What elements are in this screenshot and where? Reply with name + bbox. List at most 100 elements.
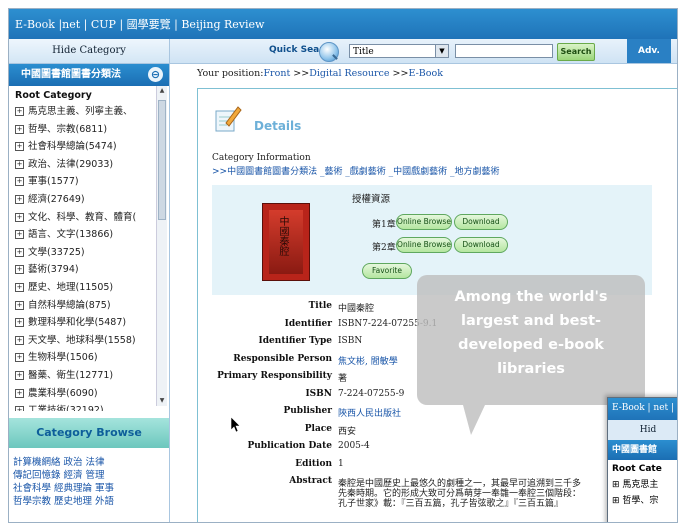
tree-item[interactable]: + 社會科學總論(5474): [9, 138, 155, 156]
expand-icon[interactable]: +: [15, 300, 24, 310]
expand-icon[interactable]: +: [15, 318, 24, 328]
category-path[interactable]: >>中國圖書館圖書分類法 _藝術 _戲劇藝術 _中國戲劇藝術 _地方劇藝術: [212, 164, 500, 177]
tree-item[interactable]: + 生物科學(1506): [9, 349, 155, 367]
tree-item-label: 政治、法律(29033): [28, 158, 114, 170]
tree-item-label: 工業技術(32192): [28, 405, 104, 411]
nav-bar: Hide Category Quick Search Title ▼ Searc…: [9, 39, 677, 64]
search-button[interactable]: Search: [557, 43, 595, 61]
tree-item[interactable]: + 文學(33725): [9, 244, 155, 262]
favorite-button[interactable]: Favorite: [362, 263, 412, 279]
metadata-row: 孔子世家》載：『三百五篇，孔子皆弦歌之』『三百五篇』: [198, 496, 677, 513]
expand-icon[interactable]: +: [15, 107, 24, 116]
mini-root: Root Cate: [612, 464, 662, 474]
expand-icon[interactable]: +: [15, 159, 24, 169]
tree-item[interactable]: + 數理科學和化學(5487): [9, 314, 155, 332]
expand-icon[interactable]: +: [15, 335, 24, 345]
tree-item-label: 經濟(27649): [28, 193, 85, 205]
scroll-thumb[interactable]: [158, 100, 166, 220]
chapter-label: 第1章: [372, 220, 396, 230]
search-field-select[interactable]: Title ▼: [349, 44, 449, 58]
browser-frame: E-Book |net | CUP | 國學要覽 | Beijing Revie…: [8, 8, 678, 523]
tree-item[interactable]: + 歷史、地理(11505): [9, 279, 155, 297]
tree-item[interactable]: + 藝術(3794): [9, 261, 155, 279]
metadata-key: Identifier: [284, 318, 332, 329]
callout-line: largest and best-: [460, 313, 602, 329]
tree-item[interactable]: + 哲學、宗教(6811): [9, 121, 155, 139]
search-input[interactable]: [455, 44, 553, 58]
mini-hide-category: Hid: [608, 420, 677, 440]
breadcrumb-front[interactable]: Front: [263, 68, 290, 79]
online-browse-button[interactable]: Online Browse: [396, 214, 452, 230]
tree-item-label: 數理科學和化學(5487): [28, 317, 127, 329]
tree-item-label: 農業科學(6090): [28, 387, 98, 399]
scroll-up-icon[interactable]: ▲: [157, 86, 167, 96]
tree-item[interactable]: + 經濟(27649): [9, 191, 155, 209]
expand-icon[interactable]: +: [15, 265, 24, 275]
tree-item[interactable]: + 農業科學(6090): [9, 385, 155, 403]
advanced-search-link[interactable]: Adv.: [627, 39, 671, 63]
details-title: Details: [254, 119, 302, 133]
tree-item[interactable]: + 語言、文字(13866): [9, 226, 155, 244]
metadata-value: 西安: [338, 426, 357, 437]
breadcrumb-ebook[interactable]: E-Book: [408, 68, 443, 79]
tree-item-label: 語言、文字(13866): [28, 229, 114, 241]
category-info-label: Category Information: [212, 153, 311, 163]
browse-link-row[interactable]: 計算機網絡 政治 法律: [13, 456, 163, 469]
search-globe-icon: [319, 42, 339, 62]
expand-icon[interactable]: +: [15, 247, 24, 257]
tree-item[interactable]: + 軍事(1577): [9, 173, 155, 191]
overlapping-window-thumbnail[interactable]: E-Book | net | Hid 中國圖書館 Root Cate ⊞ 馬克思…: [607, 397, 677, 522]
tree-item[interactable]: + 自然科學總論(875): [9, 297, 155, 315]
expand-icon[interactable]: +: [15, 406, 24, 411]
metadata-value[interactable]: 焦文彬, 閻敏學: [338, 354, 398, 367]
online-browse-button[interactable]: Online Browse: [396, 237, 452, 253]
browse-link-row[interactable]: 社會科學 經典理論 軍事: [13, 482, 163, 495]
callout-line: libraries: [497, 361, 565, 377]
expand-icon[interactable]: +: [15, 353, 24, 363]
download-button[interactable]: Download: [454, 214, 508, 230]
tree-item[interactable]: + 天文學、地球科學(1558): [9, 332, 155, 350]
tree-item[interactable]: + 工業技術(32192): [9, 402, 155, 411]
tree-item-label: 生物科學(1506): [28, 352, 98, 364]
hide-category-button[interactable]: Hide Category: [9, 39, 170, 63]
expand-icon[interactable]: +: [15, 212, 24, 222]
tree-item[interactable]: + 政治、法律(29033): [9, 156, 155, 174]
mini-top-bar: E-Book | net |: [608, 398, 677, 420]
tree-item-label: 文化、科學、教育、體育(: [28, 211, 137, 223]
tree-item-label: 醫藥、衛生(12771): [28, 369, 114, 381]
expand-icon[interactable]: +: [15, 388, 24, 398]
metadata-value: 7-224-07255-9: [338, 388, 405, 399]
scroll-down-icon[interactable]: ▼: [157, 396, 167, 406]
tree-root[interactable]: Root Category: [9, 86, 169, 103]
metadata-key: Publication Date: [247, 441, 332, 451]
metadata-value: 1: [338, 458, 344, 469]
expand-icon[interactable]: +: [15, 370, 24, 380]
expand-icon[interactable]: +: [15, 282, 24, 292]
promo-callout: Among the world's largest and best- deve…: [417, 275, 645, 435]
expand-icon[interactable]: +: [15, 177, 24, 187]
expand-icon[interactable]: +: [15, 230, 24, 240]
metadata-row: Edition 1: [198, 458, 677, 476]
tree-item-label: 軍事(1577): [28, 176, 79, 188]
tree-scrollbar[interactable]: ▲ ▼: [156, 86, 167, 406]
tree-item[interactable]: + 醫藥、衛生(12771): [9, 367, 155, 385]
metadata-value: 2005-4: [338, 441, 370, 451]
expand-icon[interactable]: +: [15, 194, 24, 204]
expand-icon[interactable]: +: [15, 142, 24, 152]
cover-title: 中國秦腔: [277, 216, 288, 256]
collapse-icon[interactable]: ⊖: [148, 67, 163, 82]
tree-item[interactable]: + 文化、科學、教育、體育(: [9, 209, 155, 227]
tree-item[interactable]: + 馬克思主義、列寧主義、: [9, 103, 155, 121]
metadata-value[interactable]: 陝西人民出版社: [338, 406, 401, 419]
metadata-row: Publication Date 2005-4: [198, 441, 677, 458]
metadata-key: Abstract: [289, 476, 332, 486]
browse-link-row[interactable]: 傳記回憶錄 經濟 管理: [13, 469, 163, 482]
download-button[interactable]: Download: [454, 237, 508, 253]
expand-icon[interactable]: +: [15, 124, 24, 134]
tree-item-label: 歷史、地理(11505): [28, 281, 114, 293]
breadcrumb-digital[interactable]: Digital Resource: [309, 68, 389, 79]
browse-link-row[interactable]: 哲學宗教 歷史地理 外語: [13, 495, 163, 508]
metadata-value: 著: [338, 374, 348, 384]
top-nav-links[interactable]: E-Book |net | CUP | 國學要覽 | Beijing Revie…: [15, 16, 264, 32]
tree-item-label: 自然科學總論(875): [28, 299, 111, 311]
